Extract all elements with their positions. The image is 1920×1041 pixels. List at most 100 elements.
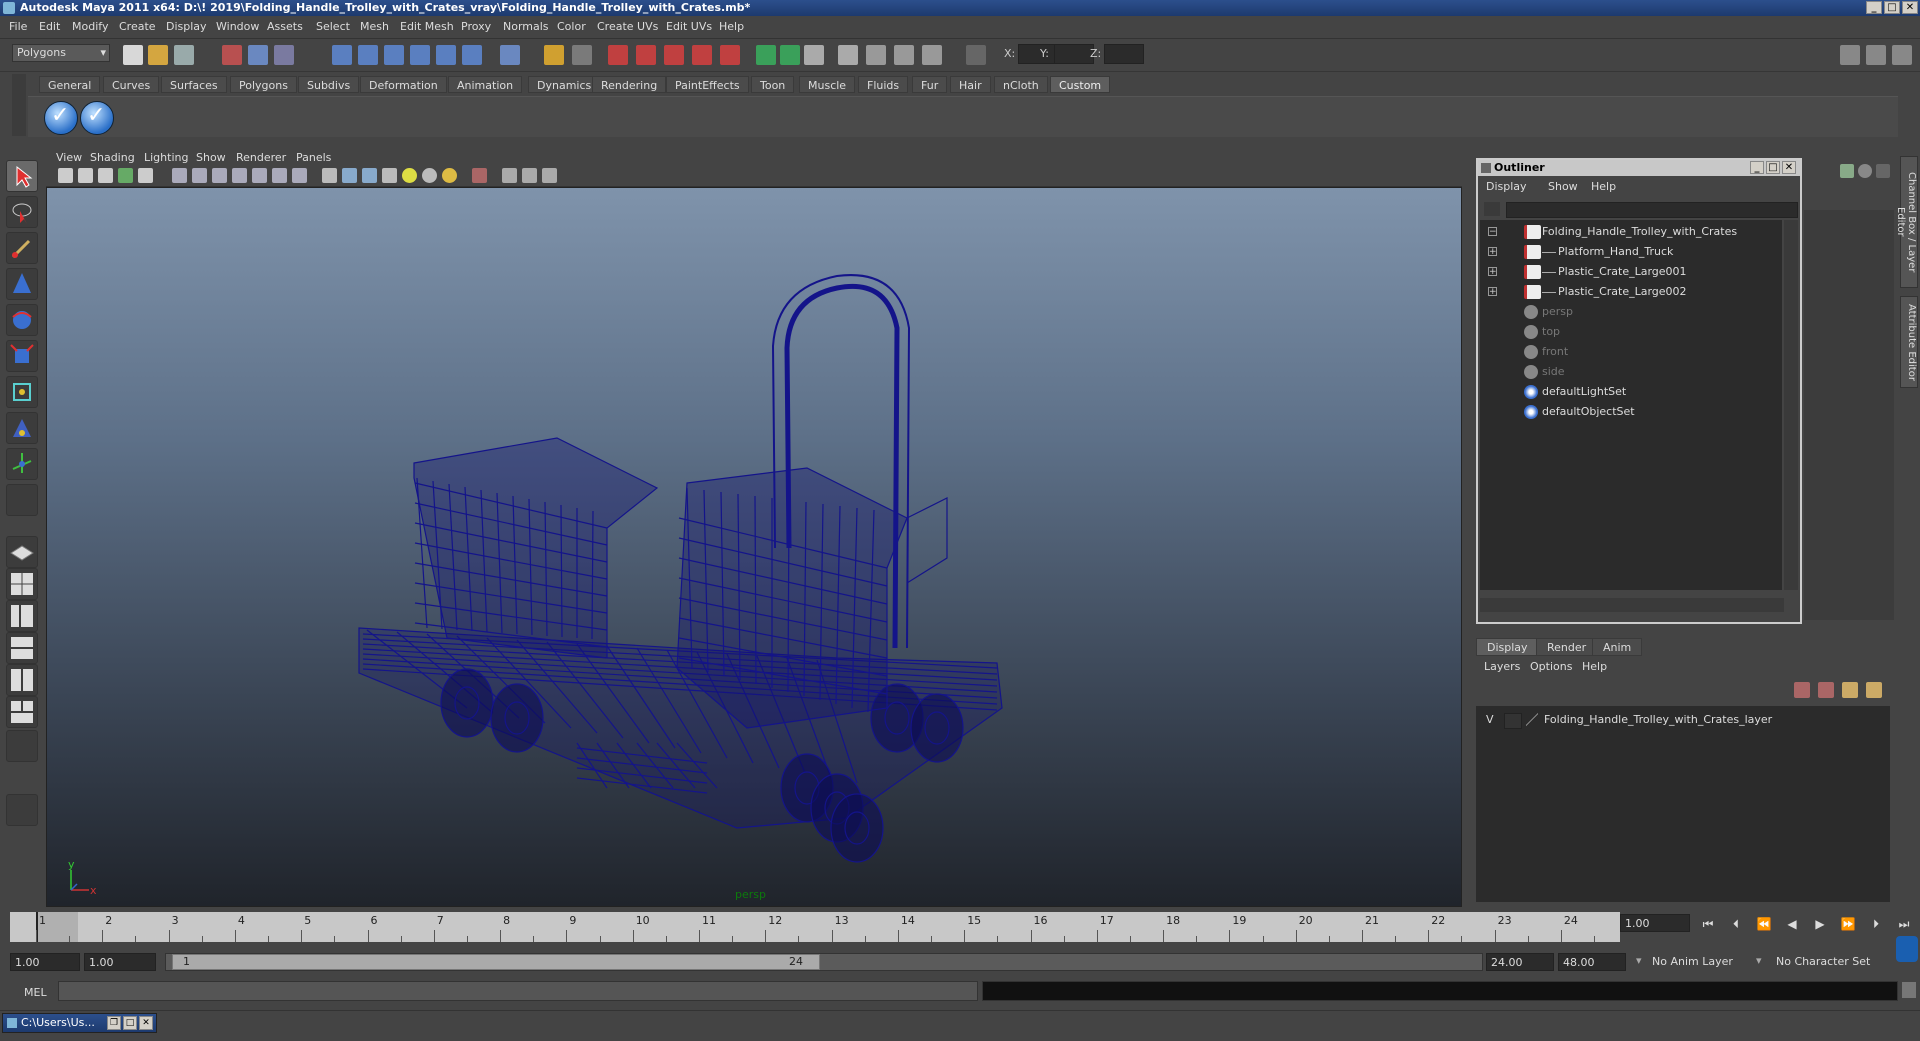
default-lighting-icon[interactable] [402,168,417,183]
trolley-wireframe-model[interactable] [47,188,1462,907]
layer-color-swatch[interactable] [1526,713,1538,727]
lock-icon[interactable] [544,45,564,65]
outliner-menu-help[interactable]: Help [1591,180,1616,193]
menu-window[interactable]: Window [216,20,259,33]
viewport-menu-shading[interactable]: Shading [90,151,135,164]
menu-modify[interactable]: Modify [72,20,108,33]
time-slider[interactable]: 1 2 3 4 5 6 7 8 9 10 11 12 13 14 15 16 17 18 19 20 21 22 23 24 [10,912,1620,942]
command-language-label[interactable]: MEL [24,986,47,999]
snap-plane-icon[interactable] [410,45,430,65]
snap-curve-icon[interactable] [358,45,378,65]
single-perspective-layout-icon[interactable] [6,536,38,568]
gate-mask-icon[interactable] [232,168,247,183]
menu-display[interactable]: Display [166,20,207,33]
select-hierarchy-icon[interactable] [222,45,242,65]
safe-action-icon[interactable] [272,168,287,183]
menu-mesh[interactable]: Mesh [360,20,389,33]
shelf-tab-muscle[interactable]: Muscle [799,76,856,93]
shadows-icon[interactable] [442,168,457,183]
select-object-icon[interactable] [248,45,268,65]
outliner-horizontal-scrollbar[interactable] [1480,598,1784,612]
outliner-menu-show[interactable]: Show [1548,180,1578,193]
layer-menu-layers[interactable]: Layers [1484,660,1520,673]
mel-input-field[interactable] [58,981,978,1001]
clipboard-icon[interactable] [804,45,824,65]
outliner-item[interactable]: + Platform_Hand_Truck [1480,242,1780,262]
film-gate-icon[interactable] [192,168,207,183]
menu-help[interactable]: Help [719,20,744,33]
viewport-menu-panels[interactable]: Panels [296,151,331,164]
menu-edit[interactable]: Edit [39,20,60,33]
menu-select[interactable]: Select [316,20,350,33]
move-tool-icon[interactable] [6,268,38,300]
outliner-item[interactable]: + Plastic_Crate_Large002 [1480,282,1780,302]
layer-menu-help[interactable]: Help [1582,660,1607,673]
shelf-tab-painteffects[interactable]: PaintEffects [666,76,749,93]
save-scene-icon[interactable] [174,45,194,65]
maya-logo-icon[interactable] [6,794,38,826]
move-layer-down-icon[interactable] [1818,682,1834,698]
menu-set-selector[interactable]: Polygons ▾ [12,44,110,62]
chevron-down-icon[interactable]: ▾ [1636,954,1642,967]
rotate-tool-icon[interactable] [6,304,38,336]
persp-graph-outliner-layout-icon[interactable] [6,696,38,728]
resolution-gate-icon[interactable] [212,168,227,183]
textured-icon[interactable] [382,168,397,183]
close-button[interactable]: ✕ [139,1016,153,1030]
outliner-item[interactable]: persp [1480,302,1780,322]
grid-toggle-icon[interactable] [172,168,187,183]
playback-end-field[interactable]: 24.00 [1486,953,1554,971]
universal-manipulator-icon[interactable] [6,376,38,408]
maximize-button[interactable]: □ [123,1016,137,1030]
select-tool-icon[interactable] [6,160,38,192]
soft-mod-tool-icon[interactable] [6,412,38,444]
outliner-maximize-button[interactable]: □ [1766,161,1780,174]
layer-row[interactable]: V Folding_Handle_Trolley_with_Crates_lay… [1476,710,1886,730]
menu-create[interactable]: Create [119,20,156,33]
persp-graph-layout-icon[interactable] [6,632,38,664]
xray-joints-icon[interactable] [522,168,537,183]
shelf-tab-fluids[interactable]: Fluids [858,76,909,93]
layer-template-toggle[interactable] [1504,713,1522,729]
new-scene-icon[interactable] [123,45,143,65]
expand-icon[interactable]: + [1488,287,1497,297]
shelf-tab-surfaces[interactable]: Surfaces [161,76,227,93]
shelf-tab-animation[interactable]: Animation [448,76,523,93]
shelf-tab-curves[interactable]: Curves [103,76,160,93]
field-chart-icon[interactable] [252,168,267,183]
layer-menu-options[interactable]: Options [1530,660,1572,673]
chevron-down-icon[interactable]: ▾ [1756,954,1762,967]
toggle-panel-icon[interactable] [1840,45,1860,65]
outliner-item[interactable]: top [1480,322,1780,342]
outliner-vertical-scrollbar[interactable] [1784,220,1798,590]
wireframe-icon[interactable] [322,168,337,183]
smooth-shade-icon[interactable] [342,168,357,183]
outliner-item[interactable]: side [1480,362,1780,382]
menu-edit-mesh[interactable]: Edit Mesh [400,20,454,33]
render-frame-icon[interactable] [608,45,628,65]
make-live-icon[interactable] [436,45,456,65]
shelf-tab-ncloth[interactable]: nCloth [994,76,1048,93]
history-icon[interactable] [462,45,482,65]
outliner-search-field[interactable] [1506,202,1798,218]
ipr-render-icon[interactable] [636,45,656,65]
y-field[interactable] [1054,44,1094,64]
tab-attribute-editor[interactable]: Attribute Editor [1900,296,1918,388]
outliner-item[interactable]: defaultLightSet [1480,382,1780,402]
hypershade-icon[interactable] [692,45,712,65]
layer-tab-display[interactable]: Display [1476,638,1539,656]
shelf-tab-deformation[interactable]: Deformation [360,76,447,93]
hypershade-persp-layout-icon[interactable] [6,664,38,696]
shelf-tab-general[interactable]: General [39,76,101,93]
menu-create-uvs[interactable]: Create UVs [597,20,658,33]
show-tool-settings-icon[interactable] [866,45,886,65]
wireframe-on-shaded-icon[interactable] [362,168,377,183]
viewport-menu-view[interactable]: View [56,151,82,164]
tab-channel-box-layer-editor[interactable]: Channel Box / Layer Editor [1895,156,1918,288]
shelf-tab-polygons[interactable]: Polygons [230,76,297,93]
character-set-selector[interactable]: No Character Set [1772,953,1882,971]
shelf-tab-toon[interactable]: Toon [751,76,795,93]
outliner-item[interactable]: − Folding_Handle_Trolley_with_Crates [1480,222,1780,242]
new-layer-icon[interactable] [1842,682,1858,698]
all-lights-icon[interactable] [422,168,437,183]
